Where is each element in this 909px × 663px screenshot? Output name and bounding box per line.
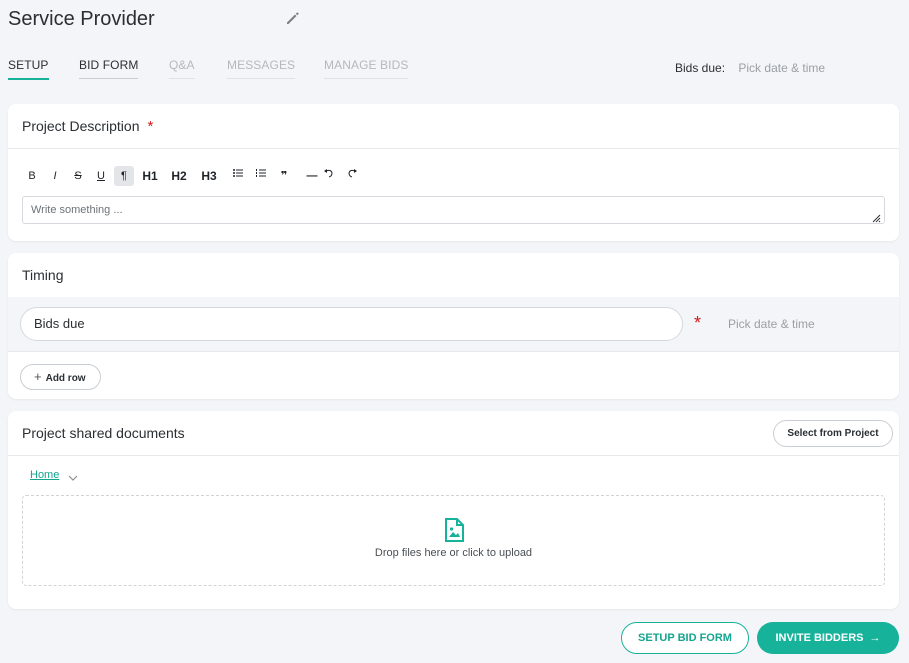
page-title: Service Provider [8,8,155,30]
timing-title: Timing [22,267,64,283]
invite-bidders-label: INVITE BIDDERS [775,632,864,644]
description-editor[interactable]: Write something ... [22,196,885,224]
timing-row: Bids due * Pick date & time [8,297,899,352]
pencil-icon[interactable] [285,10,301,26]
italic-button[interactable]: I [45,166,65,186]
tab-setup[interactable]: SETUP [8,58,49,80]
setup-bid-form-button[interactable]: SETUP BID FORM [621,622,749,654]
bullet-list-icon[interactable] [228,166,248,186]
strike-button[interactable]: S [68,166,88,186]
undo-icon[interactable] [319,166,339,186]
arrow-right-icon: → [869,632,881,644]
h2-button[interactable]: H2 [169,166,189,186]
ordered-list-icon[interactable] [251,166,271,186]
card-header: Timing [8,253,899,298]
h1-button[interactable]: H1 [140,166,160,186]
bids-due-header: Bids due: Pick date & time [675,61,825,75]
resize-handle-icon[interactable] [871,210,881,223]
card-header: Project Description * [8,104,899,149]
add-row-label: Add row [45,373,86,384]
tab-bar: SETUP BID FORM Q&A MESSAGES MANAGE BIDS [8,58,428,82]
card-title: Project Description * [22,118,153,135]
blockquote-button[interactable]: ❞ [274,166,294,186]
documents-card: Project shared documents Select from Pro… [8,411,899,609]
breadcrumb-home[interactable]: Home [30,469,59,481]
paragraph-button[interactable]: ¶ [114,166,134,186]
select-from-project-button[interactable]: Select from Project [773,420,893,447]
redo-icon[interactable] [342,166,362,186]
dropzone-text: Drop files here or click to upload [374,547,533,559]
required-marker: * [694,313,702,333]
editor-placeholder: Write something ... [31,204,123,216]
required-marker: * [147,118,154,135]
invite-bidders-button[interactable]: INVITE BIDDERS → [757,622,899,654]
h3-button[interactable]: H3 [199,166,219,186]
underline-button[interactable]: U [91,166,111,186]
editor-toolbar: B I S U ¶ H1 H2 H3 ❞ — [22,166,382,186]
bold-button[interactable]: B [22,166,42,186]
tab-messages[interactable]: MESSAGES [227,58,296,79]
tab-qa[interactable]: Q&A [169,58,195,79]
card-header: Project shared documents Select from Pro… [8,411,899,456]
bids-due-label: Bids due: [675,61,726,75]
chevron-down-icon[interactable] [67,470,79,481]
title-row: Service Provider [8,8,308,34]
image-file-icon [443,518,465,542]
date-time-picker[interactable]: Pick date & time [728,317,815,331]
bids-due-picker[interactable]: Pick date & time [738,61,825,75]
project-description-title: Project Description [22,118,140,134]
tab-bid-form[interactable]: BID FORM [79,58,139,79]
file-dropzone[interactable]: Drop files here or click to upload [22,495,885,586]
tab-manage-bids[interactable]: MANAGE BIDS [324,58,409,79]
timing-card: Timing Bids due * Pick date & time + Add … [8,253,899,399]
bids-due-field[interactable]: Bids due [20,307,683,341]
project-description-card: Project Description * B I S U ¶ H1 H2 H3 … [8,104,899,241]
plus-icon: + [34,369,42,384]
add-row-button[interactable]: + Add row [20,364,101,390]
documents-title: Project shared documents [22,425,185,441]
